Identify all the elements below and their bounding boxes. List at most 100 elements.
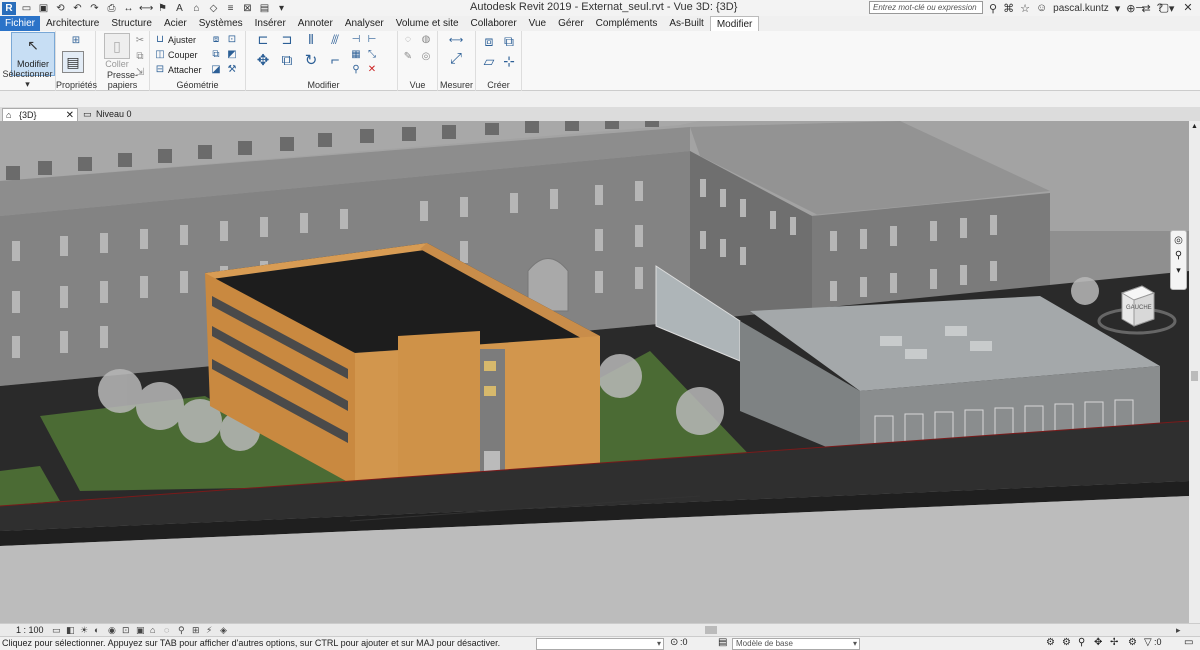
split-gap-icon[interactable]: ⊢ (366, 34, 378, 46)
user-name[interactable]: pascal.kuntz (1053, 3, 1109, 14)
editing-requests-icon[interactable]: ⊙ (670, 637, 678, 648)
tab-annoter[interactable]: Annoter (292, 16, 339, 31)
sync-icon[interactable]: ⟲ (54, 2, 67, 15)
demolish-icon[interactable]: ◪ (210, 64, 222, 76)
show-crop-icon[interactable]: ▣ (136, 625, 145, 636)
join-icon[interactable]: ⧉ (210, 49, 222, 61)
redo-icon[interactable]: ↷ (88, 2, 101, 15)
create-parts-icon[interactable]: ▱ (480, 54, 498, 68)
coller-button[interactable]: ▯ Coller (104, 33, 130, 69)
text-icon[interactable]: A (173, 2, 186, 15)
tab-volume-et-site[interactable]: Volume et site (390, 16, 465, 31)
minimize-icon[interactable]: ─ (1128, 0, 1152, 16)
properties-button[interactable]: ▤ (62, 51, 84, 73)
close-icon[interactable]: ✕ (1176, 0, 1200, 16)
select-underlay-icon[interactable]: ⚙ (1062, 637, 1071, 648)
couper-icon[interactable]: ◫ (154, 49, 166, 61)
switch-windows-icon[interactable]: ▤ (258, 2, 271, 15)
filter-icon[interactable]: ▽ (1144, 637, 1152, 648)
offset-icon[interactable]: ⊐ (278, 33, 296, 46)
tab-collaborer[interactable]: Collaborer (465, 16, 523, 31)
mirror-axis-icon[interactable]: ⫴ (302, 33, 320, 46)
visual-style-icon[interactable]: ◧ (66, 625, 75, 636)
attacher-icon[interactable]: ⊟ (154, 64, 166, 76)
rotate-icon[interactable]: ↻ (302, 53, 320, 68)
crop-view-icon[interactable]: ⊡ (122, 625, 130, 636)
tab-vue[interactable]: Vue (523, 16, 552, 31)
qat-dropdown-icon[interactable]: ▾ (275, 2, 288, 15)
split-face-icon[interactable]: ⊡ (226, 34, 238, 46)
thin-lines-icon[interactable]: ≡ (224, 2, 237, 15)
wall-join-icon[interactable]: ⧈ (210, 34, 222, 46)
user-icon[interactable]: ☺ (1036, 2, 1047, 14)
design-options-icon[interactable]: ▤ (718, 637, 727, 648)
delete-icon[interactable]: ✕ (366, 64, 378, 76)
copy-element-icon[interactable]: ⧉ (278, 53, 296, 68)
type-properties-icon[interactable]: ⊞ (70, 35, 82, 47)
linework-icon[interactable]: ✎ (402, 51, 414, 63)
design-option-combo[interactable]: Modèle de base ▾ (732, 638, 860, 650)
section-icon[interactable]: ◇ (207, 2, 220, 15)
viewcube[interactable]: GAUCHE (1092, 281, 1182, 341)
tag-icon[interactable]: ⚑ (156, 2, 169, 15)
subscription-icon[interactable]: ⌘ (1003, 2, 1014, 15)
tab-analyser[interactable]: Analyser (339, 16, 390, 31)
override-icon[interactable]: ◍ (420, 34, 432, 46)
ajuster-icon[interactable]: ⊔ (154, 34, 166, 46)
tab-modifier[interactable]: Modifier (709, 16, 760, 31)
maximize-icon[interactable]: ▢ (1152, 0, 1176, 16)
cut-icon[interactable]: ✂ (134, 35, 146, 47)
tab-fichier[interactable]: Fichier (0, 16, 41, 31)
pin-icon[interactable]: ⚲ (350, 64, 362, 76)
panel-label-selectionner[interactable]: Sélectionner ▾ (0, 69, 55, 90)
select-by-face-icon[interactable]: ✥ (1094, 637, 1102, 648)
shadows-icon[interactable]: ◐ (94, 625, 99, 635)
highlight-icon[interactable]: ◈ (220, 625, 227, 636)
scroll-right-icon[interactable]: ▸ (1176, 625, 1181, 636)
tab-systemes[interactable]: Systèmes (193, 16, 249, 31)
paint-icon[interactable]: ◩ (226, 49, 238, 61)
nav-dropdown-icon[interactable]: ▾ (1171, 265, 1186, 276)
temp-hide-icon[interactable]: ◌ (164, 625, 169, 635)
open-icon[interactable]: ▭ (20, 2, 33, 15)
sun-path-icon[interactable]: ☀ (80, 625, 88, 636)
tab-acier[interactable]: Acier (158, 16, 193, 31)
drag-elements-icon[interactable]: ✢ (1110, 637, 1118, 648)
hammer-icon[interactable]: ⚒ (226, 64, 238, 76)
revit-logo-icon[interactable]: R (2, 1, 16, 15)
zoom-icon[interactable]: ⚲ (1171, 250, 1186, 261)
tab-inserer[interactable]: Insérer (249, 16, 292, 31)
reveal-hidden-icon[interactable]: ⚲ (178, 625, 185, 636)
steering-wheel-icon[interactable]: ◎ (1171, 235, 1186, 246)
user-dropdown-icon[interactable]: ▾ (1115, 2, 1121, 15)
mirror-line-icon[interactable]: ⫻ (326, 33, 344, 46)
scale-icon[interactable]: ⤡ (366, 49, 378, 61)
measure-distance-icon[interactable]: ⟷ (444, 35, 468, 47)
move-icon[interactable]: ✥ (254, 53, 272, 68)
scroll-up-icon[interactable]: ▲ (1191, 123, 1198, 130)
background-processes-icon[interactable]: ⚙ (1128, 637, 1137, 648)
array-icon[interactable]: ▦ (350, 49, 362, 61)
render-icon[interactable]: ◉ (108, 625, 116, 636)
analytical-icon[interactable]: ⚡ (206, 625, 212, 636)
dimension-tool-icon[interactable]: ⤢ (444, 51, 468, 66)
temp-view-properties-icon[interactable]: ⊞ (192, 625, 200, 636)
print-icon[interactable]: ⎙ (105, 2, 118, 15)
measure-icon[interactable]: ↔ (122, 2, 135, 15)
dimension-icon[interactable]: ⟷ (139, 2, 153, 15)
trim-icon[interactable]: ⌐ (326, 53, 344, 68)
search-input[interactable]: Entrez mot-clé ou expression (869, 1, 983, 14)
attacher-button[interactable]: Attacher (168, 65, 202, 75)
couper-button[interactable]: Couper (168, 50, 198, 60)
3d-viewport[interactable]: GAUCHE (0, 121, 1189, 623)
select-links-icon[interactable]: ⚙ (1046, 637, 1055, 648)
visibility-icon[interactable]: ◎ (420, 51, 432, 63)
align-icon[interactable]: ⊏ (254, 33, 272, 46)
tab-structure[interactable]: Structure (105, 16, 158, 31)
vertical-scrollbar[interactable]: ▲ (1189, 121, 1200, 623)
scrollbar-thumb[interactable] (1191, 371, 1198, 381)
undo-icon[interactable]: ↶ (71, 2, 84, 15)
tab-complements[interactable]: Compléments (590, 16, 664, 31)
view-tab-3d[interactable]: ⌂ {3D} ✕ (2, 108, 78, 121)
split-icon[interactable]: ⊣ (350, 34, 362, 46)
